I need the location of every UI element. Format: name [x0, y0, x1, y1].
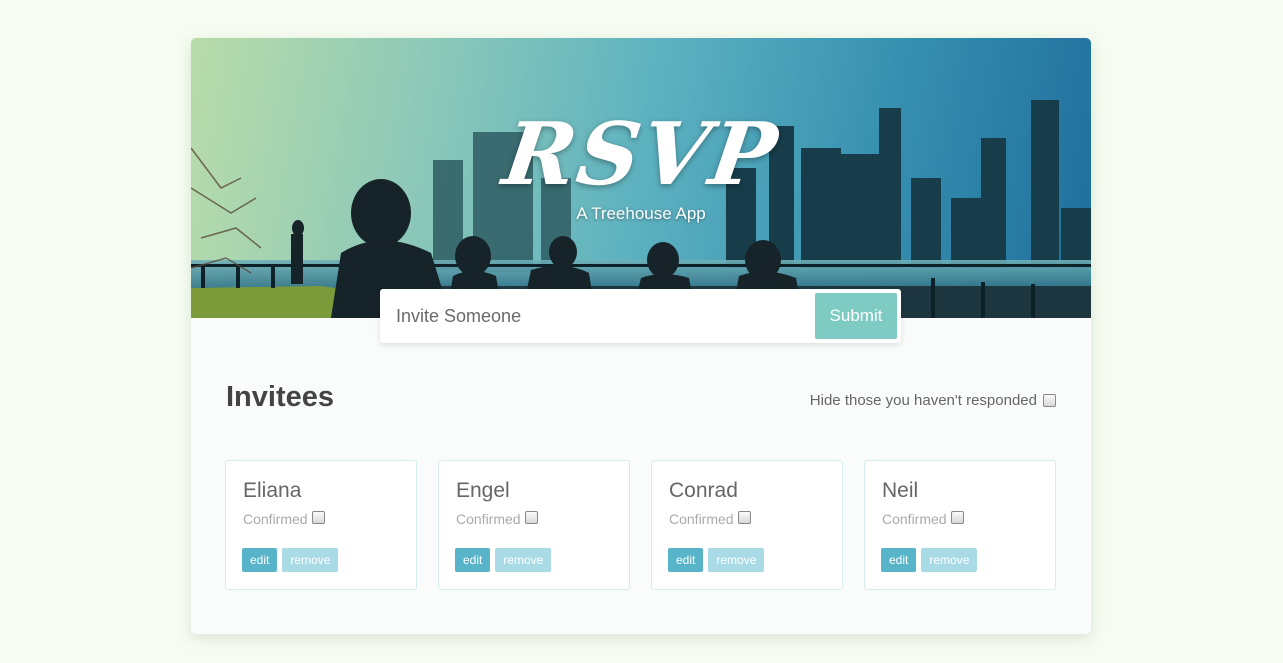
- edit-button[interactable]: edit: [668, 548, 704, 572]
- confirmed-label: Confirmed: [669, 511, 734, 527]
- remove-button[interactable]: remove: [282, 548, 339, 572]
- invitee-card: Eliana Confirmed edit remove: [225, 460, 417, 590]
- confirmed-checkbox[interactable]: [524, 510, 538, 524]
- edit-button[interactable]: edit: [455, 548, 491, 572]
- invitee-card: Engel Confirmed edit remove: [438, 460, 630, 590]
- confirmed-label: Confirmed: [456, 511, 521, 527]
- invitee-name: Conrad: [669, 479, 738, 502]
- app-subtitle: A Treehouse App: [576, 204, 706, 223]
- confirmed-label: Confirmed: [243, 511, 308, 527]
- invitee-name: Neil: [882, 479, 919, 502]
- hide-unresponded-checkbox[interactable]: [1043, 394, 1056, 407]
- confirmed-toggle[interactable]: Confirmed: [243, 510, 325, 527]
- invitee-card: Neil Confirmed edit remove: [864, 460, 1056, 590]
- confirmed-label: Confirmed: [882, 511, 947, 527]
- confirmed-toggle[interactable]: Confirmed: [882, 510, 964, 527]
- invitees-heading: Invitees: [226, 381, 334, 413]
- invitee-card: Conrad Confirmed edit remove: [651, 460, 843, 590]
- hide-unresponded-label: Hide those you haven't responded: [809, 392, 1037, 409]
- remove-button[interactable]: remove: [708, 548, 765, 572]
- confirmed-checkbox[interactable]: [737, 510, 751, 524]
- app-title: RSVP: [497, 104, 785, 205]
- invitee-name: Eliana: [243, 479, 302, 502]
- invitee-actions: edit remove: [242, 548, 339, 572]
- invitee-list: Eliana Confirmed edit remove Engel Confi…: [225, 460, 1056, 590]
- confirmed-toggle[interactable]: Confirmed: [669, 510, 751, 527]
- invitee-actions: edit remove: [455, 548, 552, 572]
- confirmed-checkbox[interactable]: [950, 510, 964, 524]
- confirmed-toggle[interactable]: Confirmed: [456, 510, 538, 527]
- confirmed-checkbox[interactable]: [311, 510, 325, 524]
- remove-button[interactable]: remove: [495, 548, 552, 572]
- edit-button[interactable]: edit: [242, 548, 278, 572]
- invite-form: Submit: [380, 289, 901, 343]
- header-banner: RSVP A Treehouse App: [191, 38, 1091, 318]
- submit-button[interactable]: Submit: [815, 293, 897, 339]
- invite-input[interactable]: [396, 301, 806, 331]
- invitee-actions: edit remove: [881, 548, 978, 572]
- hide-unresponded-filter[interactable]: Hide those you haven't responded: [810, 392, 1056, 409]
- app-container: RSVP A Treehouse App Submit Invitees Hid…: [191, 38, 1091, 634]
- invitee-name: Engel: [456, 479, 510, 502]
- edit-button[interactable]: edit: [881, 548, 917, 572]
- remove-button[interactable]: remove: [921, 548, 978, 572]
- invitee-actions: edit remove: [668, 548, 765, 572]
